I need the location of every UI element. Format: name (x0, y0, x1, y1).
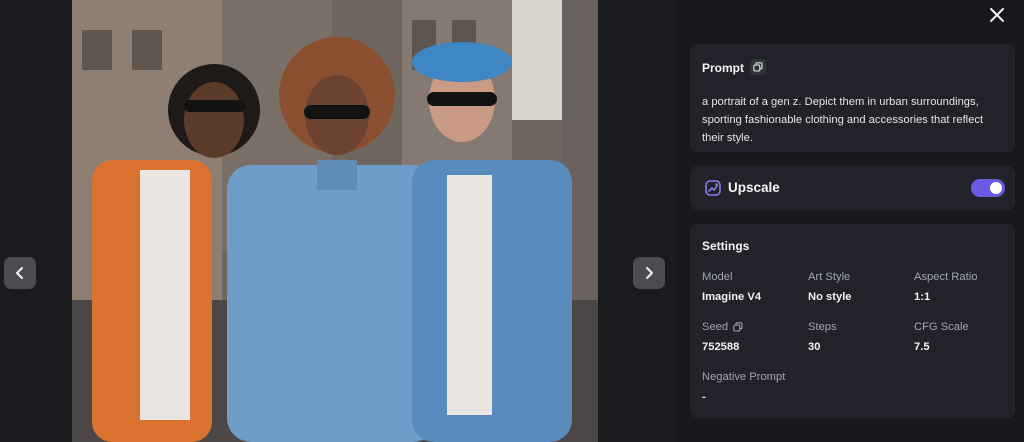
art-style-label: Art Style (808, 271, 851, 283)
upscale-icon (705, 180, 721, 196)
details-panel: Prompt a portrait of a gen z. Depict the… (678, 0, 1024, 442)
chevron-right-icon (646, 267, 653, 279)
copy-icon (733, 322, 743, 332)
settings-card: Settings Model Imagine V4 Art Style No s… (690, 224, 1015, 418)
steps-label: Steps (808, 321, 837, 333)
previous-image-button[interactable] (4, 257, 36, 289)
close-button[interactable] (986, 4, 1008, 26)
seed-label: Seed (702, 321, 729, 333)
prompt-card: Prompt a portrait of a gen z. Depict the… (690, 44, 1015, 152)
chevron-left-icon (16, 267, 23, 279)
upscale-label: Upscale (728, 180, 780, 195)
seed-value: 752588 (702, 341, 740, 353)
prompt-title: Prompt (702, 61, 744, 75)
aspect-ratio-label: Aspect Ratio (914, 271, 978, 283)
close-icon (990, 8, 1004, 22)
negative-prompt-value: - (702, 391, 706, 403)
copy-icon (753, 62, 763, 72)
portrait-illustration (72, 0, 598, 442)
negative-prompt-label: Negative Prompt (702, 371, 786, 383)
upscale-toggle[interactable] (971, 179, 1005, 197)
image-viewer (0, 0, 678, 442)
model-label: Model (702, 271, 733, 283)
cfg-scale-value: 7.5 (914, 341, 930, 353)
aspect-ratio-value: 1:1 (914, 291, 931, 303)
settings-title: Settings (702, 239, 750, 253)
steps-value: 30 (808, 341, 821, 353)
upscale-card: Upscale (690, 166, 1015, 210)
cfg-scale-label: CFG Scale (914, 321, 969, 333)
generated-image[interactable] (72, 0, 598, 442)
next-image-button[interactable] (633, 257, 665, 289)
copy-seed-button[interactable] (732, 321, 744, 333)
prompt-text: a portrait of a gen z. Depict them in ur… (702, 96, 984, 144)
model-value: Imagine V4 (702, 291, 762, 303)
copy-prompt-button[interactable] (750, 59, 766, 75)
art-style-value: No style (808, 291, 852, 303)
